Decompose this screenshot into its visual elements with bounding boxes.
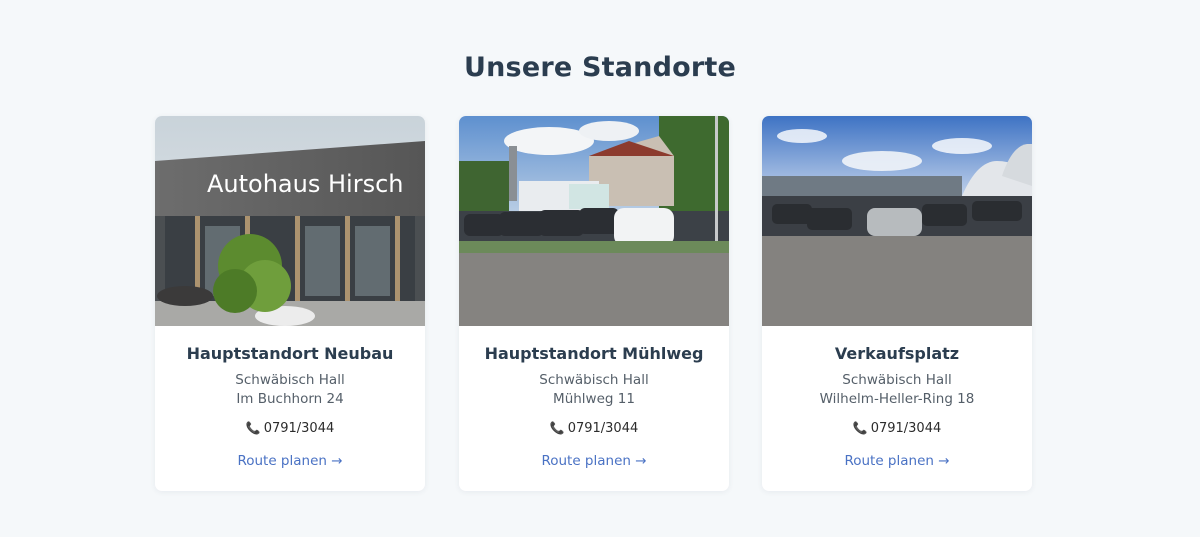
location-city: Schwäbisch Hall <box>539 372 649 388</box>
location-city: Schwäbisch Hall <box>235 372 345 388</box>
location-address: Im Buchhorn 24 <box>236 391 344 407</box>
location-title: Hauptstandort Mühlweg <box>484 344 704 363</box>
phone-number: 0791/3044 <box>870 421 942 436</box>
phone-number: 0791/3044 <box>263 421 335 436</box>
location-phone: 📞 0791/3044 <box>459 421 729 436</box>
location-card-verkaufsplatz: Verkaufsplatz Schwäbisch Hall Wilhelm-He… <box>762 116 1032 491</box>
location-phone: 📞 0791/3044 <box>155 421 425 436</box>
section-title: Unsere Standorte <box>464 52 736 83</box>
location-address: Wilhelm-Heller-Ring 18 <box>819 391 975 407</box>
location-address: Mühlweg 11 <box>553 391 635 407</box>
phone-icon: 📞 <box>852 421 868 435</box>
location-card-muehlweg: Hauptstandort Mühlweg Schwäbisch Hall Mü… <box>459 116 729 491</box>
route-link[interactable]: Route planen → <box>762 453 1032 469</box>
location-image-muehlweg <box>459 116 729 326</box>
location-title: Verkaufsplatz <box>834 344 960 363</box>
building-sign: Autohaus Hirsch <box>207 170 403 198</box>
route-link[interactable]: Route planen → <box>459 453 729 469</box>
route-link[interactable]: Route planen → <box>155 453 425 469</box>
phone-icon: 📞 <box>549 421 565 435</box>
phone-number: 0791/3044 <box>567 421 639 436</box>
location-card-neubau: Autohaus Hirsch Hauptstandort Neubau Sch… <box>155 116 425 491</box>
location-image-verkaufsplatz <box>762 116 1032 326</box>
location-image-neubau: Autohaus Hirsch <box>155 116 425 326</box>
phone-icon: 📞 <box>245 421 261 435</box>
location-phone: 📞 0791/3044 <box>762 421 1032 436</box>
location-title: Hauptstandort Neubau <box>186 344 394 363</box>
location-city: Schwäbisch Hall <box>842 372 952 388</box>
